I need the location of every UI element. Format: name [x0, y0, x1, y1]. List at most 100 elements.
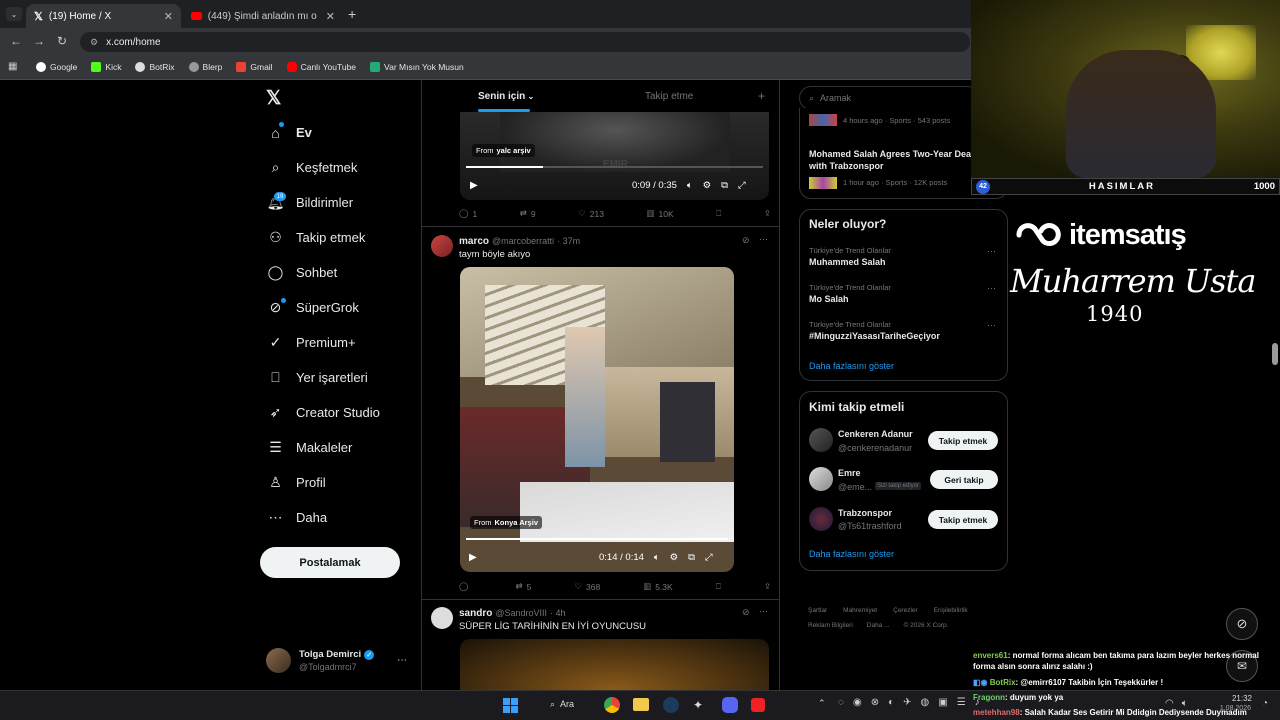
avatar[interactable]: [266, 648, 291, 673]
bookmark-button[interactable]: ⎕: [716, 208, 721, 219]
post-time[interactable]: · 4h: [550, 608, 566, 618]
account-menu-icon[interactable]: ⋯: [397, 655, 407, 666]
nav-explore[interactable]: ⌕ Keşfetmek: [268, 159, 358, 175]
video-player[interactable]: From Konya Arşiv ▶ 0:14 / 0:14 🔈︎ ⚙ ⧉ ⤢: [460, 267, 734, 572]
post-button[interactable]: Postalamak: [260, 547, 400, 578]
scrollbar-thumb[interactable]: [1272, 343, 1278, 365]
file-explorer-icon[interactable]: [633, 698, 649, 711]
trend-name[interactable]: #MinguzziYasasıTariheGeçiyor: [809, 331, 940, 341]
pip-icon[interactable]: ⧉: [721, 180, 728, 191]
footer-link[interactable]: Daha ...: [867, 622, 890, 629]
suggest-name[interactable]: Cenkeren Adanur: [838, 429, 913, 439]
trend-menu-icon[interactable]: ⋯: [987, 246, 996, 257]
tab-following[interactable]: Takip etme: [645, 91, 693, 102]
avatar[interactable]: [809, 428, 833, 452]
source-label[interactable]: From yalc arşiv: [472, 144, 535, 157]
views-button[interactable]: ▥ 10K: [647, 208, 674, 219]
tray-icon[interactable]: ✈: [903, 697, 911, 708]
reply-button[interactable]: ◯ 1: [459, 208, 477, 219]
share-button[interactable]: ⇪: [764, 208, 771, 219]
trend-menu-icon[interactable]: ⋯: [987, 320, 996, 331]
nav-articles[interactable]: ☰ Makaleler: [268, 439, 352, 455]
bookmark-varmisin[interactable]: Var Mısın Yok Musun: [370, 62, 464, 72]
views-button[interactable]: ▥ 5.3K: [643, 581, 673, 592]
avatar[interactable]: [431, 235, 453, 257]
tray-icon[interactable]: ▣: [938, 697, 947, 708]
close-icon[interactable]: ✕: [326, 10, 335, 23]
back-icon[interactable]: ←: [10, 34, 22, 48]
video-player[interactable]: EMIR From yalc arşiv ▶ 0:09 / 0:35 🔈︎ ⚙ ⧉…: [460, 112, 769, 200]
close-icon[interactable]: ✕: [164, 10, 173, 23]
reload-icon[interactable]: ↻: [57, 34, 67, 48]
author-name[interactable]: marco: [459, 236, 489, 247]
play-icon[interactable]: ▶: [469, 552, 477, 563]
discord-icon[interactable]: [722, 697, 738, 713]
footer-link[interactable]: Erişilebilirlik: [934, 607, 968, 614]
tab-for-you[interactable]: Senin için ⌄: [478, 91, 534, 102]
tab-list-button[interactable]: ⌄: [6, 7, 22, 21]
repost-button[interactable]: ⇄ 5: [516, 581, 532, 592]
follow-button[interactable]: Takip etmek: [928, 431, 998, 450]
bookmark-botrix[interactable]: BotRix: [135, 62, 175, 72]
search-input[interactable]: ⌕ Aramak: [799, 86, 979, 110]
clock-time[interactable]: 21:32: [1226, 694, 1252, 703]
volume-icon[interactable]: 🔈︎: [687, 180, 693, 191]
footer-link[interactable]: Reklam Bilgileri: [808, 622, 853, 629]
settings-icon[interactable]: ⚙: [703, 180, 712, 191]
like-button[interactable]: ♡ 368: [574, 581, 600, 592]
tray-icon[interactable]: ☰: [957, 697, 966, 708]
nav-follow[interactable]: ⚇ Takip etmek: [268, 229, 365, 245]
post-menu-icon[interactable]: ⋯: [759, 606, 768, 617]
pip-icon[interactable]: ⧉: [688, 552, 695, 563]
tray-icon[interactable]: ◐: [888, 697, 894, 708]
author-handle[interactable]: @marcoberratti: [492, 236, 554, 246]
address-bar[interactable]: ⚙ x.com/home: [80, 32, 970, 52]
suggest-name[interactable]: Trabzonspor: [838, 508, 892, 518]
post-image[interactable]: [460, 639, 769, 690]
bookmark-blerp[interactable]: Blerp: [188, 62, 222, 72]
like-button[interactable]: ♡ 213: [578, 208, 604, 219]
bookmark-youtube[interactable]: Canlı YouTube: [286, 62, 356, 72]
nav-home[interactable]: ⌂ Ev: [268, 125, 312, 141]
new-tab-button[interactable]: +: [348, 6, 356, 22]
app-icon[interactable]: ✦: [693, 698, 703, 712]
footer-link[interactable]: Çerezler: [893, 607, 918, 614]
trend-menu-icon[interactable]: ⋯: [987, 283, 996, 294]
post-time[interactable]: · 37m: [557, 236, 580, 246]
media-icon[interactable]: [751, 698, 765, 712]
site-info-icon[interactable]: ⚙: [90, 37, 98, 48]
add-tab-icon[interactable]: +: [758, 89, 765, 103]
nav-creator-studio[interactable]: ➶ Creator Studio: [268, 404, 380, 420]
author-name[interactable]: sandro: [459, 608, 492, 619]
footer-link[interactable]: Şartlar: [808, 607, 827, 614]
tray-icon[interactable]: ◍: [921, 697, 930, 708]
suggest-name[interactable]: Emre: [838, 468, 861, 478]
account-name[interactable]: Tolga Demirci ✓: [299, 649, 375, 660]
forward-icon[interactable]: →: [33, 34, 45, 48]
fullscreen-icon[interactable]: ⤢: [738, 180, 746, 191]
bookmark-google[interactable]: Google: [36, 62, 77, 72]
nav-profile[interactable]: ♙ Profil: [268, 474, 325, 490]
tab-x-home[interactable]: 𝕏 (19) Home / X ✕: [26, 4, 181, 28]
chrome-icon[interactable]: [604, 697, 620, 713]
avatar[interactable]: [431, 607, 453, 629]
grok-float-icon[interactable]: ⊘: [1226, 608, 1258, 640]
show-more-link[interactable]: Daha fazlasını göster: [809, 361, 894, 371]
show-more-link[interactable]: Daha fazlasını göster: [809, 549, 894, 559]
post-menu-icon[interactable]: ⋯: [759, 234, 768, 245]
nav-more[interactable]: ⋯ Daha: [268, 509, 328, 525]
play-icon[interactable]: ▶: [470, 180, 478, 191]
share-button[interactable]: ⇪: [764, 581, 771, 592]
nav-chat[interactable]: ◯ Sohbet: [268, 264, 338, 280]
news-title[interactable]: Mohamed Salah Agrees Two-Year Deal with …: [809, 148, 974, 172]
grok-icon[interactable]: ⊘: [742, 235, 750, 246]
volume-icon[interactable]: 🔈︎: [654, 552, 660, 563]
avatar[interactable]: [809, 467, 833, 491]
x-logo-icon[interactable]: 𝕏: [266, 87, 281, 110]
repost-button[interactable]: ⇄ 9: [520, 208, 536, 219]
nav-bookmarks[interactable]: ⎕ Yer işaretleri: [268, 369, 367, 385]
taskbar-search[interactable]: ⌕ Ara: [550, 699, 574, 710]
steam-icon[interactable]: [663, 697, 679, 713]
trend-name[interactable]: Muhammed Salah: [809, 257, 886, 267]
tab-youtube[interactable]: (449) Şimdi anladın mı o avluda ✕: [183, 4, 343, 28]
